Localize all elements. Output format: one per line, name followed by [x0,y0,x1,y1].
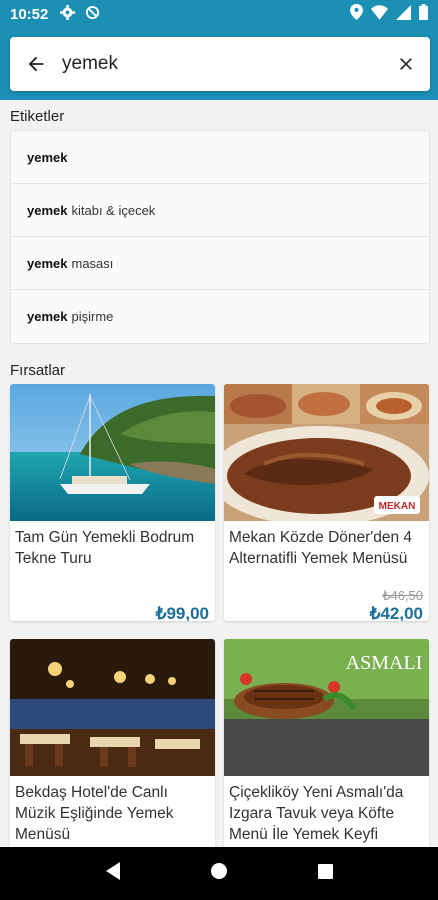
deal-title: Tam Gün Yemekli Bodrum Tekne Turu [15,529,195,567]
tag-item[interactable]: yemek [11,131,429,184]
tags-list: yemek yemek kitabı & içecek yemek masası y… [10,130,430,344]
tag-keyword: yemek [27,202,68,218]
tag-rest: masası [71,255,114,271]
deal-title: Mekan Közde Döner'den 4 Alternatifli Yem… [229,529,413,567]
battery-icon [419,4,428,24]
search-header [0,28,438,100]
settings-icon [60,4,76,24]
deal-image-restaurant [10,639,215,776]
deal-card[interactable]: Tam Gün Yemekli Bodrum Tekne Turu ₺99,00 [10,384,215,621]
tag-keyword: yemek [27,255,68,271]
wifi-icon [371,4,388,24]
clear-button[interactable] [382,37,430,91]
tag-item[interactable]: yemek masası [11,237,429,290]
close-icon [400,58,412,70]
search-bar [10,37,430,91]
home-nav-button[interactable] [210,862,228,885]
tag-item[interactable]: yemek kitabı & içecek [11,184,429,237]
recents-nav-button[interactable] [317,863,334,885]
tag-rest: pişirme [71,309,114,324]
deal-image-boat [10,384,215,521]
deal-old-price: ₺46,50 [382,588,423,603]
deal-card[interactable]: ASMALI Çiçekliköy Yeni Asmalı'da Izgara … [224,639,429,849]
tag-keyword: yemek [27,309,68,324]
circle-home-icon [211,863,228,879]
deal-card[interactable]: MEKAN Mekan Közde Döner'den 4 Alternatif… [224,384,429,621]
search-input[interactable] [62,53,382,75]
deals-section-title: Fırsatlar [10,362,66,379]
data-saver-icon [85,5,100,24]
arrow-left-icon [28,56,44,72]
tag-keyword: yemek [27,149,68,165]
deal-title: Çiçekliköy Yeni Asmalı'da Izgara Tavuk v… [229,784,404,843]
asmali-logo-text: ASMALI [346,652,423,674]
deal-price: ₺42,00 [369,604,423,621]
deal-image-doner: MEKAN [224,384,429,521]
tag-rest: kitabı & içecek [71,202,156,218]
deal-price: ₺99,00 [155,604,209,621]
deal-card[interactable]: Bekdaş Hotel'de Canlı Müzik Eşliğinde Ye… [10,639,215,849]
back-nav-button[interactable] [104,861,122,886]
status-time: 10:52 [10,5,49,23]
mekan-logo-text: MEKAN [379,501,416,512]
location-icon [350,4,363,24]
deal-image-grill: ASMALI [224,639,429,776]
triangle-back-icon [106,862,121,880]
signal-icon [396,4,411,24]
deal-title: Bekdaş Hotel'de Canlı Müzik Eşliğinde Ye… [15,784,174,843]
back-button[interactable] [10,37,62,91]
square-recents-icon [317,863,333,879]
tags-section-title: Etiketler [10,108,65,125]
status-bar: 10:52 [0,0,438,28]
tag-item[interactable]: yemek pişirme [11,290,429,343]
system-nav-bar [0,847,438,900]
